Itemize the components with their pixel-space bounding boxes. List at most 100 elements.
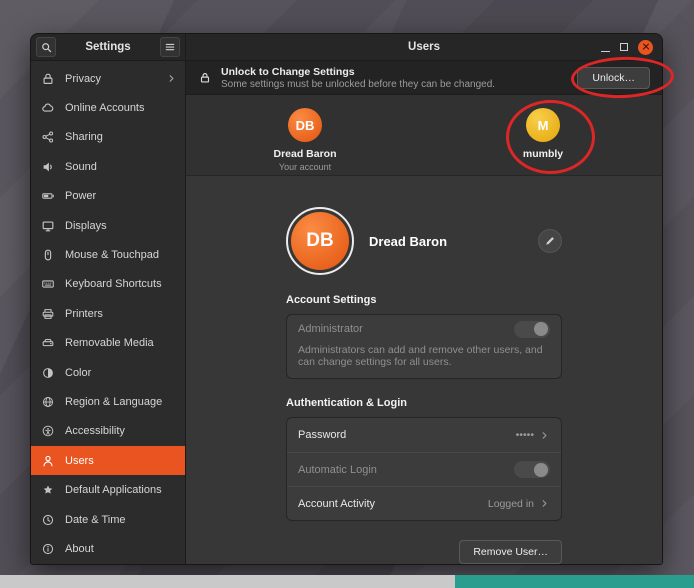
- monitor-icon: [41, 218, 56, 233]
- menu-button[interactable]: [160, 37, 180, 57]
- sidebar-item-label: Date & Time: [65, 514, 126, 526]
- sidebar-item-users[interactable]: Users: [31, 446, 185, 475]
- speaker-icon: [41, 159, 56, 174]
- avatar: M: [526, 108, 560, 142]
- edit-name-button[interactable]: [538, 229, 562, 253]
- account-activity-label: Account Activity: [298, 498, 375, 510]
- sidebar-item-label: Printers: [65, 308, 103, 320]
- chevron-right-icon: [539, 498, 550, 509]
- color-icon: [41, 365, 56, 380]
- administrator-label: Administrator: [298, 323, 363, 335]
- battery-icon: [41, 189, 56, 204]
- sidebar-item-online-accounts[interactable]: Online Accounts: [31, 93, 185, 122]
- carousel-user-name: mumbly: [523, 148, 563, 160]
- profile-name: Dread Baron: [369, 234, 447, 249]
- sidebar-item-default-applications[interactable]: Default Applications: [31, 475, 185, 504]
- sidebar-item-label: Removable Media: [65, 337, 154, 349]
- titlebar-right: Users: [186, 34, 662, 60]
- clock-icon: [41, 512, 56, 527]
- administrator-description: Administrators can add and remove other …: [287, 343, 561, 378]
- sidebar-item-accessibility[interactable]: Accessibility: [31, 417, 185, 446]
- sidebar-item-label: Sound: [65, 161, 97, 173]
- sidebar-item-privacy[interactable]: Privacy: [31, 64, 185, 93]
- sidebar-item-label: Color: [65, 367, 91, 379]
- titlebar: Settings Users: [31, 34, 662, 61]
- automatic-login-toggle[interactable]: [514, 461, 550, 478]
- sidebar-item-label: Power: [65, 190, 96, 202]
- window-body: Privacy Online Accounts Sharing Sound: [31, 61, 662, 564]
- mouse-icon: [41, 248, 56, 263]
- sidebar-item-printers[interactable]: Printers: [31, 299, 185, 328]
- profile-avatar-ring: DB: [286, 207, 354, 275]
- hamburger-icon: [164, 41, 176, 53]
- unlock-title: Unlock to Change Settings: [221, 66, 495, 78]
- keyboard-icon: [41, 277, 56, 292]
- sidebar-item-date-time[interactable]: Date & Time: [31, 505, 185, 534]
- sidebar-item-region-language[interactable]: Region & Language: [31, 387, 185, 416]
- carousel-user-subtitle: Your account: [279, 162, 331, 172]
- globe-icon: [41, 394, 56, 409]
- lock-icon: [198, 71, 212, 85]
- unlock-subtitle: Some settings must be unlocked before th…: [221, 79, 495, 90]
- unlock-text: Unlock to Change Settings Some settings …: [221, 66, 495, 90]
- cloud-icon: [41, 101, 56, 116]
- account-activity-row[interactable]: Account Activity Logged in: [287, 486, 561, 520]
- account-settings-heading: Account Settings: [286, 294, 562, 306]
- users-panel: Unlock to Change Settings Some settings …: [186, 61, 662, 564]
- bottom-bar-teal-segment: [455, 575, 694, 588]
- settings-window-title: Settings: [56, 41, 160, 53]
- person-icon: [41, 453, 56, 468]
- sidebar-item-label: About: [65, 543, 94, 555]
- search-icon: [40, 41, 53, 54]
- sidebar-item-sharing[interactable]: Sharing: [31, 123, 185, 152]
- auth-login-card: Password ••••• Automatic Login: [286, 417, 562, 521]
- drive-icon: [41, 336, 56, 351]
- sidebar-item-label: Sharing: [65, 131, 103, 143]
- carousel-user-name: Dread Baron: [273, 148, 336, 160]
- profile-row: DB Dread Baron: [286, 206, 562, 276]
- profile-avatar[interactable]: DB: [291, 212, 349, 270]
- account-activity-value: Logged in: [488, 498, 534, 510]
- unlock-banner: Unlock to Change Settings Some settings …: [186, 61, 662, 95]
- page-title: Users: [186, 41, 662, 53]
- chevron-right-icon: [166, 73, 177, 84]
- automatic-login-row: Automatic Login: [287, 452, 561, 486]
- window-controls: [601, 40, 662, 55]
- user-details: DB Dread Baron Account Settings: [186, 176, 662, 564]
- unlock-button[interactable]: Unlock…: [577, 67, 650, 89]
- password-label: Password: [298, 429, 346, 441]
- sidebar-item-label: Users: [65, 455, 94, 467]
- sidebar-item-color[interactable]: Color: [31, 358, 185, 387]
- sidebar-item-label: Accessibility: [65, 425, 125, 437]
- automatic-login-label: Automatic Login: [298, 464, 377, 476]
- carousel-user-dread-baron[interactable]: DB Dread Baron Your account: [250, 108, 360, 175]
- maximize-button[interactable]: [620, 43, 628, 51]
- password-row[interactable]: Password •••••: [287, 418, 561, 452]
- pencil-icon: [544, 235, 556, 247]
- sidebar-item-keyboard-shortcuts[interactable]: Keyboard Shortcuts: [31, 270, 185, 299]
- sidebar-item-power[interactable]: Power: [31, 182, 185, 211]
- sidebar-item-label: Displays: [65, 220, 107, 232]
- administrator-toggle[interactable]: [514, 321, 550, 338]
- sidebar-item-mouse-touchpad[interactable]: Mouse & Touchpad: [31, 240, 185, 269]
- search-button[interactable]: [36, 37, 56, 57]
- account-settings-card: Administrator Administrators can add and…: [286, 314, 562, 379]
- sidebar-item-displays[interactable]: Displays: [31, 211, 185, 240]
- close-button[interactable]: [638, 40, 653, 55]
- auth-login-heading: Authentication & Login: [286, 397, 562, 409]
- sidebar-item-removable-media[interactable]: Removable Media: [31, 329, 185, 358]
- sidebar-item-sound[interactable]: Sound: [31, 152, 185, 181]
- sidebar-item-label: Online Accounts: [65, 102, 145, 114]
- printer-icon: [41, 306, 56, 321]
- chevron-right-icon: [539, 430, 550, 441]
- minimize-button[interactable]: [601, 43, 610, 52]
- user-carousel: DB Dread Baron Your account M mumbly: [186, 95, 662, 176]
- carousel-user-mumbly[interactable]: M mumbly: [488, 108, 598, 175]
- privacy-lock-icon: [41, 71, 56, 86]
- info-icon: [41, 541, 56, 556]
- desktop-background: Settings Users: [0, 0, 694, 588]
- sidebar: Privacy Online Accounts Sharing Sound: [31, 61, 186, 564]
- settings-window: Settings Users: [30, 33, 663, 565]
- sidebar-item-about[interactable]: About: [31, 534, 185, 563]
- remove-user-button[interactable]: Remove User…: [459, 540, 562, 564]
